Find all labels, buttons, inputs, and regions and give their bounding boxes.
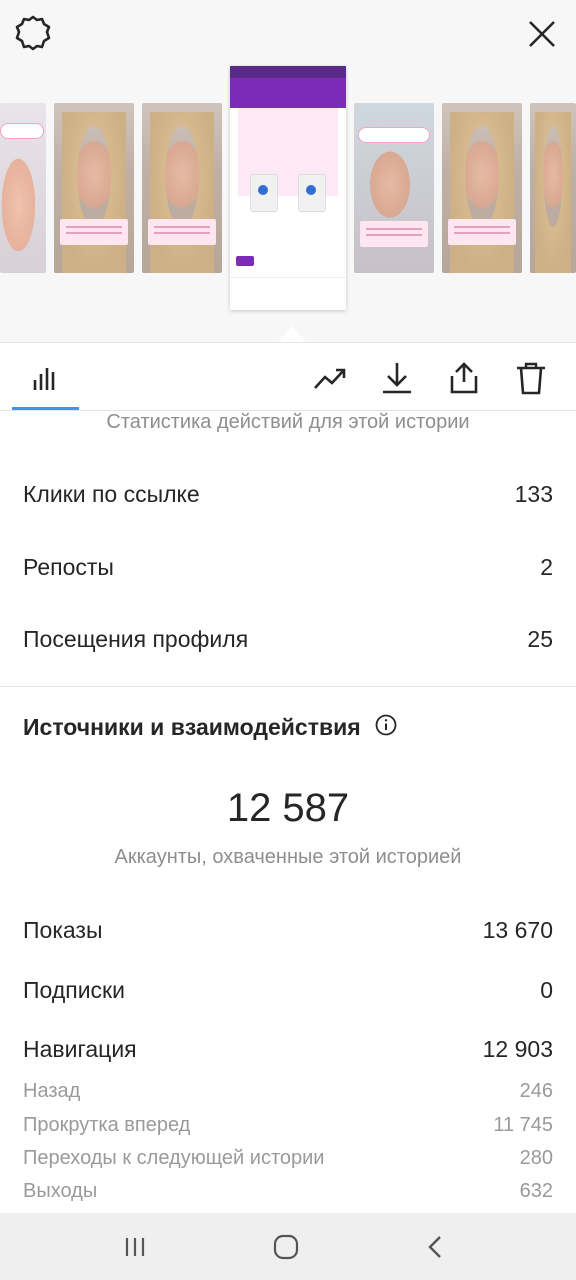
divider — [0, 342, 576, 343]
story-thumbnail[interactable] — [54, 103, 134, 273]
home-icon[interactable] — [261, 1222, 311, 1272]
link-clicks-label: Клики по ссылке — [23, 481, 200, 507]
reach-value: 12 587 — [226, 786, 350, 830]
recents-icon[interactable] — [110, 1222, 160, 1272]
profile-visits-value: 25 — [527, 626, 553, 652]
impressions-label: Показы — [23, 917, 103, 943]
impressions-value: 13 670 — [482, 917, 553, 943]
story-thumbnail[interactable] — [142, 103, 222, 273]
section-title: Источники и взаимодействия — [23, 714, 361, 740]
story-thumbnail[interactable] — [442, 103, 522, 273]
story-thumbnail-selected[interactable] — [230, 66, 346, 310]
reach-label: Аккаунты, охваченные этой историей — [114, 846, 462, 868]
follows-label: Подписки — [23, 977, 125, 1003]
bar-chart-icon[interactable] — [25, 358, 65, 398]
story-thumbnail[interactable] — [530, 103, 576, 273]
reposts-label: Репосты — [23, 554, 114, 580]
story-thumbnail[interactable] — [0, 103, 46, 273]
follows-value: 0 — [540, 977, 553, 1003]
trend-icon[interactable] — [310, 358, 350, 398]
selected-story-pointer — [278, 326, 306, 342]
exits-value: 632 — [519, 1180, 553, 1202]
link-clicks-value: 133 — [514, 481, 553, 507]
reposts-value: 2 — [540, 554, 553, 580]
share-icon[interactable] — [444, 358, 484, 398]
story-thumbnail[interactable] — [354, 103, 434, 273]
divider — [0, 686, 576, 687]
back-icon[interactable] — [411, 1222, 461, 1272]
back-label: Назад — [23, 1080, 81, 1102]
info-icon[interactable] — [375, 714, 397, 736]
trash-icon[interactable] — [511, 358, 551, 398]
back-value: 246 — [519, 1080, 553, 1102]
profile-visits-label: Посещения профиля — [23, 626, 249, 652]
close-icon[interactable] — [524, 16, 560, 52]
navigation-value: 12 903 — [482, 1036, 553, 1062]
next-story-value: 280 — [519, 1147, 553, 1169]
exits-label: Выходы — [23, 1180, 98, 1202]
stats-subtitle: Статистика действий для этой истории — [106, 411, 470, 433]
gear-icon[interactable] — [14, 14, 52, 52]
download-icon[interactable] — [377, 358, 417, 398]
next-story-label: Переходы к следующей истории — [23, 1147, 325, 1169]
navigation-label: Навигация — [23, 1036, 137, 1062]
forward-label: Прокрутка вперед — [23, 1114, 191, 1136]
forward-value: 11 745 — [493, 1114, 553, 1136]
